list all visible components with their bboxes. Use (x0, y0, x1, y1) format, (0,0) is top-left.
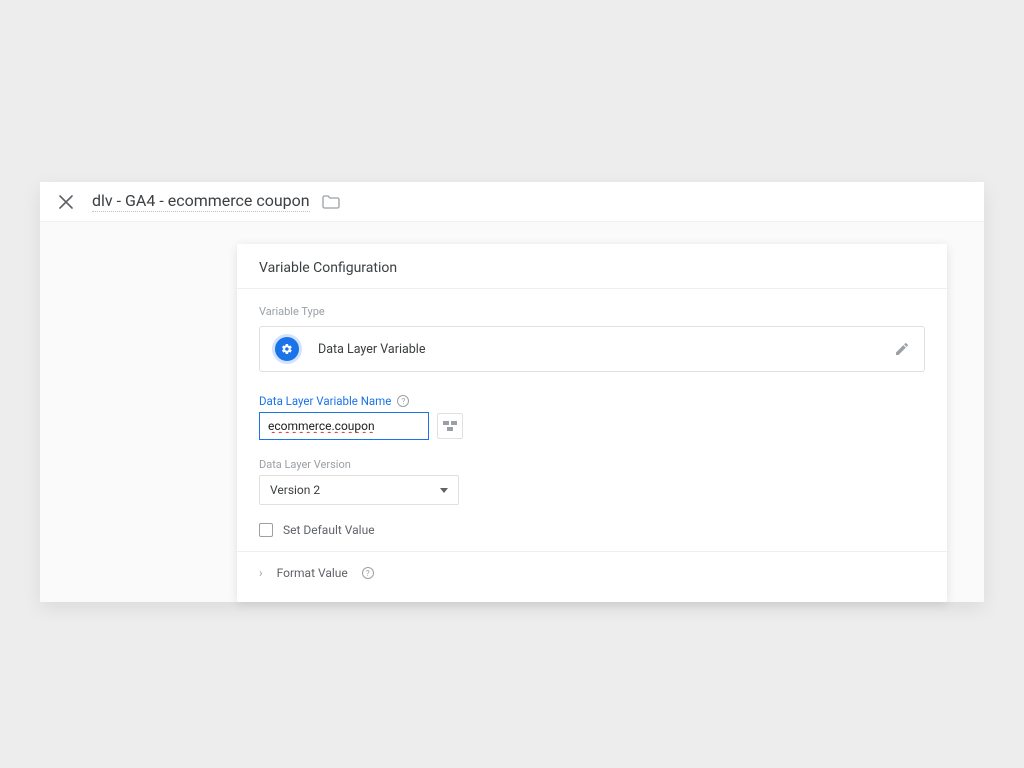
variable-title[interactable]: dlv - GA4 - ecommerce coupon (92, 191, 310, 212)
version-select[interactable]: Version 2 (259, 475, 459, 505)
help-icon[interactable]: ? (362, 567, 374, 579)
format-value-section[interactable]: › Format Value ? (237, 551, 947, 594)
variable-picker-icon[interactable] (437, 413, 463, 439)
variable-name-label: Data Layer Variable Name ? (259, 394, 925, 408)
format-value-label: Format Value (277, 566, 348, 580)
chevron-right-icon: › (259, 566, 263, 580)
config-card: Variable Configuration Variable Type Dat… (237, 244, 947, 602)
variable-type-value: Data Layer Variable (318, 342, 425, 357)
set-default-label: Set Default Value (283, 523, 375, 537)
version-value: Version 2 (270, 483, 320, 497)
variable-name-label-text: Data Layer Variable Name (259, 394, 391, 408)
version-label: Data Layer Version (259, 458, 925, 471)
checkbox-icon (259, 523, 273, 537)
gear-icon (272, 334, 302, 364)
pencil-icon[interactable] (894, 341, 910, 357)
folder-icon[interactable] (322, 195, 340, 209)
variable-name-input[interactable] (259, 412, 429, 440)
set-default-checkbox[interactable]: Set Default Value (259, 523, 925, 537)
close-icon[interactable] (54, 190, 78, 214)
help-icon[interactable]: ? (397, 395, 409, 407)
editor-panel: dlv - GA4 - ecommerce coupon Variable Co… (40, 182, 984, 602)
panel-header: dlv - GA4 - ecommerce coupon (40, 182, 984, 222)
card-title: Variable Configuration (237, 244, 947, 288)
variable-type-selector[interactable]: Data Layer Variable (259, 326, 925, 372)
variable-type-label: Variable Type (259, 305, 925, 318)
card-body: Variable Type Data Layer Variable Data L… (237, 289, 947, 551)
chevron-down-icon (440, 488, 448, 493)
variable-name-row (259, 412, 925, 440)
canvas: Variable Configuration Variable Type Dat… (40, 222, 984, 602)
